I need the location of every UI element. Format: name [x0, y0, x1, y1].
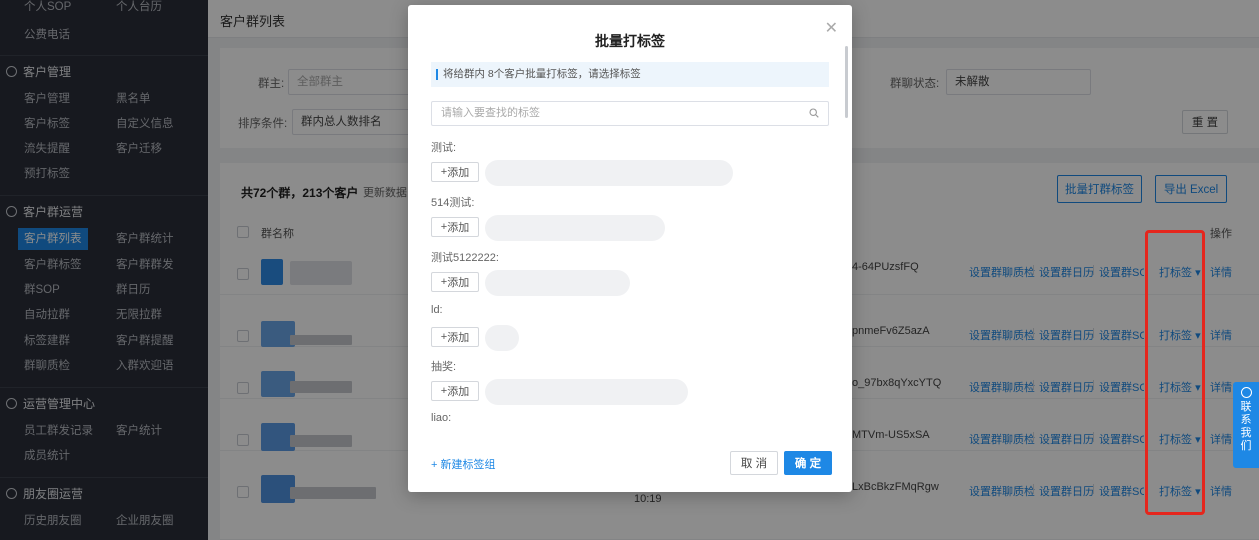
modal-tip: 将给群内 8个客户批量打标签，请选择标签 — [431, 62, 829, 87]
tag-chips-blurred[interactable] — [485, 160, 733, 186]
tag-chips-blurred[interactable] — [485, 325, 519, 351]
tag-chips-blurred[interactable] — [485, 215, 665, 241]
add-label: 添加 — [447, 222, 470, 234]
contact-us-button[interactable]: 联系我们 — [1233, 382, 1259, 468]
chat-icon — [1240, 387, 1252, 398]
add-label: 添加 — [447, 167, 470, 179]
add-tag-button[interactable]: + 添加 — [431, 272, 479, 292]
search-icon — [809, 108, 819, 118]
tag-group-label: 测试5122222: — [431, 252, 499, 264]
cancel-button[interactable]: 取 消 — [730, 451, 778, 475]
tag-group-label: 514测试: — [431, 197, 475, 209]
tag-search-input[interactable]: 请输入要查找的标签 — [431, 101, 829, 126]
tag-group-label: liao: — [431, 412, 452, 424]
tag-chips-blurred[interactable] — [485, 379, 688, 405]
tip-bar — [436, 69, 438, 80]
search-placeholder: 请输入要查找的标签 — [441, 107, 540, 119]
tag-group-label: ld: — [431, 304, 443, 316]
batch-tag-modal: 批量打标签 ✕ 将给群内 8个客户批量打标签，请选择标签 请输入要查找的标签 测… — [408, 5, 852, 492]
tag-chips-blurred[interactable] — [485, 270, 630, 296]
close-icon[interactable]: ✕ — [825, 18, 838, 38]
tag-group-label: 抽奖: — [431, 361, 457, 373]
confirm-button[interactable]: 确 定 — [784, 451, 832, 475]
new-tag-group-link[interactable]: + 新建标签组 — [431, 456, 495, 472]
tag-group-label: 测试: — [431, 142, 457, 154]
add-label: 添加 — [447, 332, 470, 344]
add-label: 添加 — [447, 277, 470, 289]
tip-text: 将给群内 8个客户批量打标签，请选择标签 — [443, 68, 641, 80]
add-tag-button[interactable]: + 添加 — [431, 381, 479, 401]
add-tag-button[interactable]: + 添加 — [431, 327, 479, 347]
add-tag-button[interactable]: + 添加 — [431, 217, 479, 237]
highlight-box — [1145, 230, 1205, 515]
add-label: 添加 — [447, 386, 470, 398]
modal-scrollbar[interactable] — [845, 46, 848, 118]
add-tag-button[interactable]: + 添加 — [431, 162, 479, 182]
modal-title: 批量打标签 — [595, 33, 665, 49]
contact-text: 联系我们 — [1240, 401, 1252, 452]
